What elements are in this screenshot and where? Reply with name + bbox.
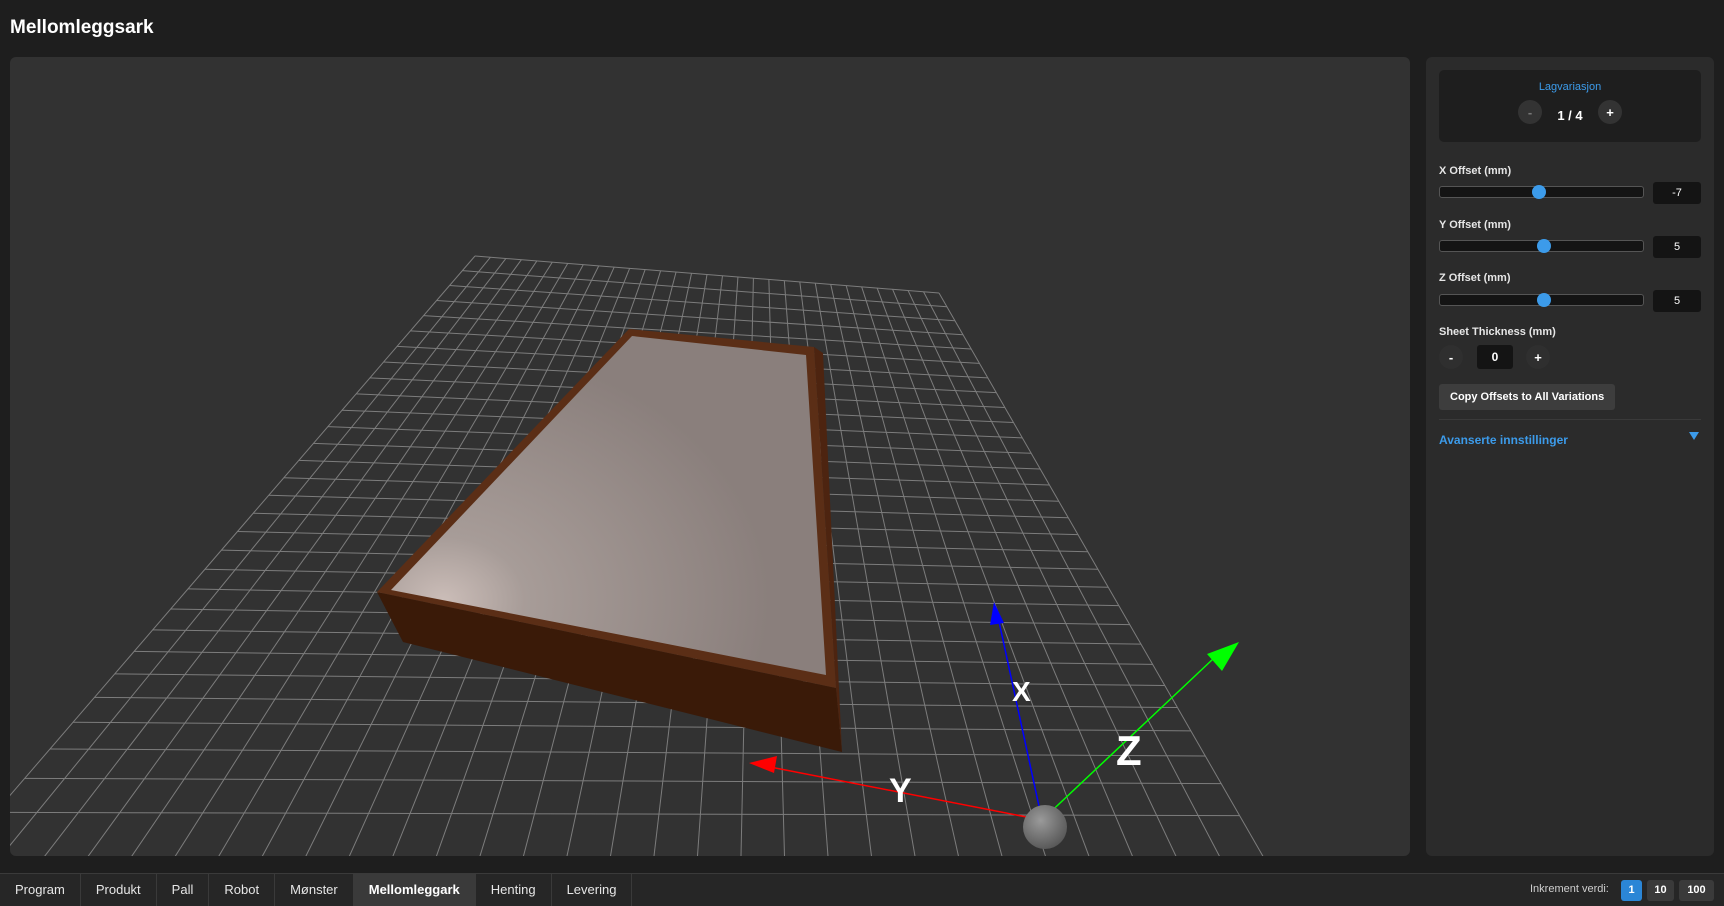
z-offset-label: Z Offset (mm) (1439, 272, 1511, 284)
grid-line (861, 286, 1046, 856)
x-offset-slider[interactable] (1439, 185, 1644, 199)
increment-100-button[interactable]: 100 (1679, 880, 1714, 901)
y-axis-arrow[interactable] (749, 756, 777, 773)
y-offset-input[interactable]: 5 (1653, 236, 1701, 258)
pallet-sheet-model[interactable] (377, 329, 842, 752)
increment-label: Inkrement verdi: (1530, 883, 1609, 895)
z-offset-slider[interactable] (1439, 293, 1644, 307)
x-offset-label: X Offset (mm) (1439, 165, 1512, 177)
panel-divider (1439, 419, 1701, 420)
tab-levering[interactable]: Levering (552, 874, 633, 906)
tab-mønster[interactable]: Mønster (275, 874, 354, 906)
y-offset-slider-thumb[interactable] (1536, 239, 1551, 253)
tab-robot[interactable]: Robot (209, 874, 276, 906)
gizmo-origin-handle[interactable] (1023, 805, 1067, 849)
variation-label: Lagvariasjon (1538, 81, 1602, 93)
increment-10-button[interactable]: 10 (1647, 880, 1674, 901)
variation-value: 1 / 4 (1557, 108, 1583, 123)
thickness-decrease-button[interactable]: - (1439, 345, 1463, 369)
x-offset-input[interactable]: -7 (1653, 182, 1701, 204)
z-offset-slider-thumb[interactable] (1536, 293, 1551, 307)
tab-pall[interactable]: Pall (157, 874, 210, 906)
y-offset-slider[interactable] (1439, 239, 1644, 253)
z-axis-label: Z (1116, 727, 1142, 774)
settings-panel: Lagvariasjon - 1 / 4 + X Offset (mm) -7 … (1426, 57, 1714, 856)
tab-bar: Program Produkt Pall Robot Mønster Mellomlegg… (0, 874, 633, 906)
grid-line (449, 285, 955, 322)
advanced-settings-toggle[interactable]: Avanserte innstillinger (1439, 431, 1701, 447)
layer-variation-box: Lagvariasjon - 1 / 4 + (1439, 70, 1701, 142)
tab-program[interactable]: Program (0, 874, 81, 906)
x-axis-label: X (1012, 676, 1031, 707)
page-title: Mellomleggsark (10, 17, 154, 38)
variation-next-button[interactable]: + (1598, 100, 1622, 124)
bottom-bar: Program Produkt Pall Robot Mønster Mellomlegg… (0, 873, 1724, 906)
advanced-settings-label: Avanserte innstillinger (1439, 433, 1568, 447)
sheet-thickness-label: Sheet Thickness (mm) (1439, 326, 1556, 338)
increment-1-button[interactable]: 1 (1621, 880, 1642, 901)
thickness-value[interactable]: 0 (1477, 345, 1513, 369)
x-axis-line (997, 616, 1043, 821)
chevron-down-icon (1689, 432, 1699, 440)
copy-offsets-button[interactable]: Copy Offsets to All Variations (1439, 384, 1616, 410)
scene-canvas[interactable]: X Y Z (10, 57, 1410, 856)
x-axis-arrow[interactable] (990, 602, 1004, 625)
tab-henting[interactable]: Henting (476, 874, 552, 906)
tab-produkt[interactable]: Produkt (81, 874, 157, 906)
thickness-increase-button[interactable]: + (1526, 345, 1550, 369)
tab-mellomleggark[interactable]: Mellomleggark (353, 874, 476, 906)
grid-line (10, 255, 476, 797)
x-offset-slider-thumb[interactable] (1532, 185, 1547, 199)
z-offset-input[interactable]: 5 (1653, 290, 1701, 312)
z-axis-arrow[interactable] (1207, 642, 1239, 671)
y-offset-label: Y Offset (mm) (1439, 219, 1511, 231)
y-axis-label: Y (889, 772, 912, 810)
3d-viewport[interactable]: X Y Z (10, 57, 1410, 856)
grid-line (938, 292, 1264, 856)
